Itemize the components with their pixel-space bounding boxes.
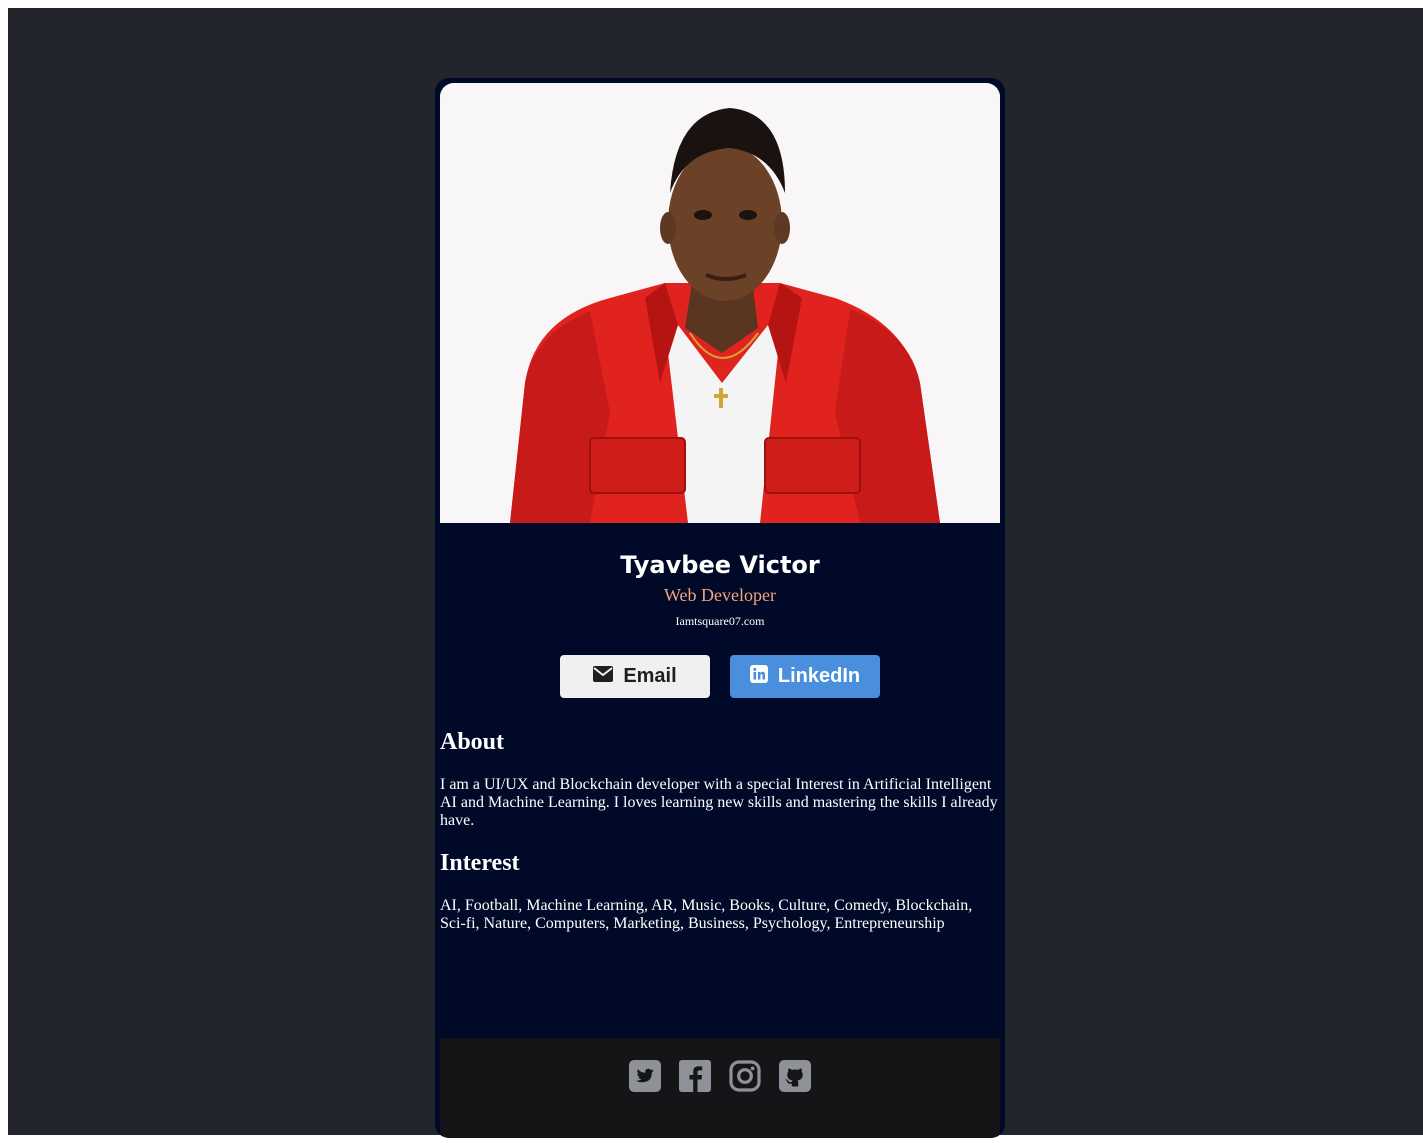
facebook-icon[interactable]: [679, 1060, 711, 1092]
twitter-icon[interactable]: [629, 1060, 661, 1092]
github-icon[interactable]: [779, 1060, 811, 1092]
profile-title: Web Developer: [664, 585, 776, 605]
email-button-label: Email: [623, 665, 677, 687]
profile-website[interactable]: Iamtsquare07.com: [435, 613, 1005, 629]
email-button[interactable]: Email: [560, 655, 710, 698]
instagram-icon[interactable]: [729, 1060, 761, 1092]
profile-name: Tyavbee Victor: [620, 551, 820, 579]
profile-card: Tyavbee Victor Web Developer Iamtsquare0…: [435, 78, 1005, 1138]
envelope-icon: [593, 665, 614, 688]
contact-buttons: Email LinkedIn: [435, 655, 1005, 698]
about-section: About I am a UI/UX and Blockchain develo…: [440, 728, 1000, 830]
about-heading: About: [440, 729, 505, 755]
linkedin-icon: [749, 664, 768, 689]
page-background: Tyavbee Victor Web Developer Iamtsquare0…: [8, 8, 1423, 1138]
social-footer: [440, 1038, 1000, 1138]
profile-info: Tyavbee Victor Web Developer Iamtsquare0…: [435, 550, 1005, 629]
about-text: I am a UI/UX and Blockchain developer wi…: [440, 776, 998, 829]
linkedin-button[interactable]: LinkedIn: [730, 655, 880, 698]
profile-photo: [440, 83, 1000, 523]
interest-heading: Interest: [440, 850, 520, 876]
interest-section: Interest AI, Football, Machine Learning,…: [440, 849, 1000, 933]
interest-text: AI, Football, Machine Learning, AR, Musi…: [440, 897, 973, 932]
linkedin-button-label: LinkedIn: [777, 665, 861, 687]
social-links: [440, 1060, 1000, 1092]
